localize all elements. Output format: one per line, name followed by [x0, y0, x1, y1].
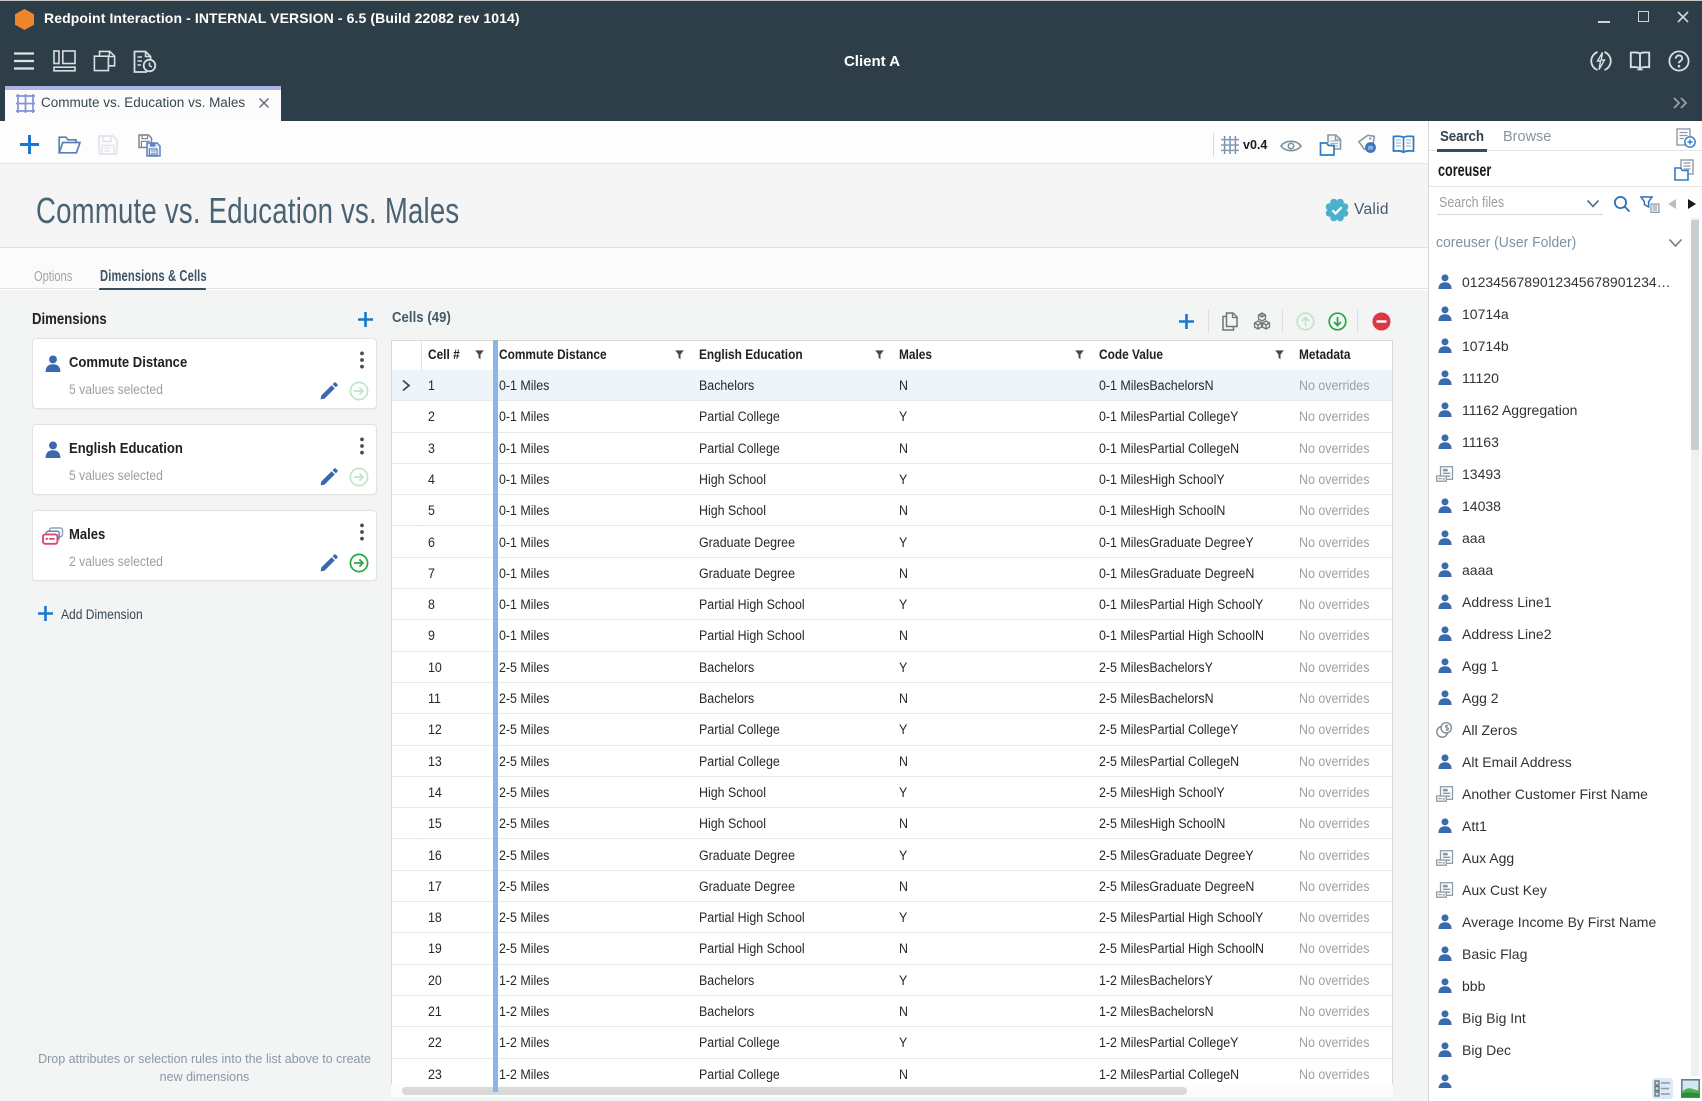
- svg-text:db: db: [1368, 146, 1374, 152]
